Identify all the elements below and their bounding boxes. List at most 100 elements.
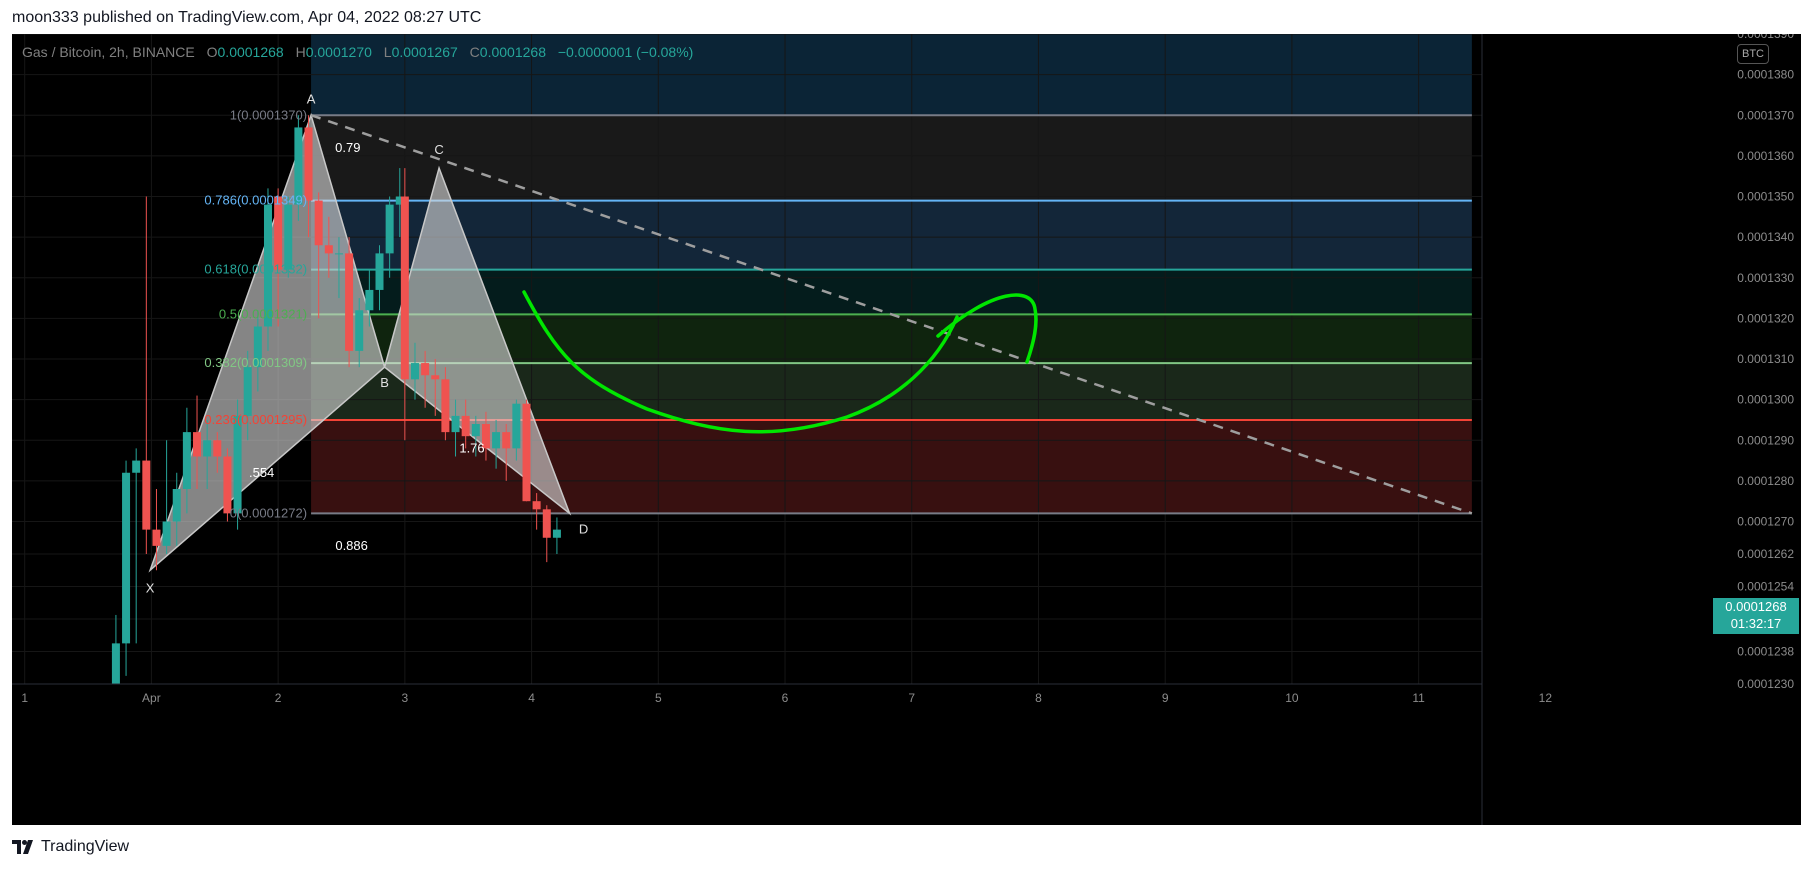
candle-body	[451, 415, 460, 433]
candle-body	[345, 253, 354, 351]
legend-symbol: Gas / Bitcoin, 2h, BINANCE	[22, 44, 195, 60]
candle-body	[314, 200, 323, 246]
legend-high: 0.0001270	[305, 44, 372, 60]
time-tick-label: 11	[1412, 691, 1425, 705]
time-tick-label: 6	[782, 691, 789, 705]
footer-brand[interactable]: TradingView	[12, 838, 129, 856]
price-tick-label: 0.0001320	[1737, 311, 1794, 325]
price-tick-label: 0.0001340	[1737, 230, 1794, 244]
candle-body	[233, 415, 242, 514]
candle-body	[162, 521, 171, 546]
time-tick-label: 7	[908, 691, 915, 705]
time-tick-label: 1	[21, 691, 28, 705]
time-tick-label: 3	[402, 691, 409, 705]
pattern-point-label: D	[579, 521, 588, 536]
candle-body	[375, 253, 384, 290]
price-tick-label: 0.0001254	[1737, 580, 1794, 594]
price-tick-label: 0.0001360	[1737, 149, 1794, 163]
candle-body	[421, 363, 430, 376]
price-tick-label: 0.0001230	[1737, 677, 1794, 691]
candle-body	[461, 415, 470, 437]
candle-body	[284, 204, 293, 270]
candle-body	[522, 403, 531, 502]
candle-body	[334, 253, 343, 255]
time-tick-label: 10	[1285, 691, 1299, 705]
candle-body	[304, 127, 313, 201]
candle-body	[243, 367, 252, 416]
price-tick-label: 0.0001238	[1737, 645, 1794, 659]
price-tick-label: 0.0001390	[1737, 34, 1794, 41]
candle-body	[441, 379, 450, 433]
candle-body	[213, 440, 222, 457]
fib-level-label: 0.786(0.0001349)	[204, 193, 307, 208]
candle-body	[542, 509, 551, 538]
candle-body	[502, 432, 511, 449]
price-tick-label: 0.0001270	[1737, 515, 1794, 529]
legend-low: 0.0001267	[391, 44, 458, 60]
price-tick-label: 0.0001290	[1737, 433, 1794, 447]
fib-level-label: 0.5(0.0001321)	[219, 306, 307, 321]
price-tick-label: 0.0001310	[1737, 352, 1794, 366]
price-tick-label: 0.0001350	[1737, 190, 1794, 204]
price-tick-label: 0.0001330	[1737, 271, 1794, 285]
candle-body	[492, 432, 501, 449]
candle-body	[365, 289, 374, 311]
time-tick-label: 12	[1539, 691, 1553, 705]
time-tick-label: 2	[275, 691, 282, 705]
candle-body	[552, 529, 561, 538]
legend-high-key: H	[295, 44, 306, 60]
time-tick-label: Apr	[142, 691, 161, 705]
last-price-tag: 0.0001268 01:32:17	[1713, 598, 1799, 634]
candle-body	[111, 643, 120, 684]
chart-pane[interactable]: X A B C D 0.79 .554 1.76 0.886 1(0.0001370) 0.786…	[12, 34, 1801, 825]
fib-level-label: 0.618(0.0001332)	[204, 262, 307, 277]
candle-body	[142, 460, 151, 530]
candle-body	[385, 204, 394, 254]
pattern-ratio-label: 0.886	[335, 538, 368, 553]
time-tick-label: 4	[528, 691, 535, 705]
bar-countdown: 01:32:17	[1730, 616, 1782, 631]
price-tick-label: 0.0001300	[1737, 393, 1794, 407]
candle-body	[193, 432, 202, 457]
candle-body	[512, 403, 521, 449]
candle-body	[431, 375, 440, 380]
candle-body	[122, 472, 131, 644]
legend-open: 0.0001268	[217, 44, 284, 60]
pattern-ratio-label: 0.79	[335, 140, 360, 155]
fib-level-label: 1(0.0001370)	[230, 107, 307, 122]
pattern-point-label: X	[146, 580, 155, 595]
price-tick-label: 0.0001280	[1737, 474, 1794, 488]
fib-level-label: 0(0.0001272)	[230, 505, 307, 520]
tradingview-logo-icon	[12, 840, 33, 854]
legend-open-key: O	[206, 44, 218, 60]
price-tick-label: 0.0001370	[1737, 108, 1794, 122]
candle-body	[532, 501, 541, 510]
legend-change: −0.0000001 (−0.08%)	[557, 44, 694, 60]
candle-body	[355, 310, 364, 351]
legend-close: 0.0001268	[479, 44, 546, 60]
legend-low-key: L	[383, 44, 392, 60]
chart-canvas[interactable]: X A B C D 0.79 .554 1.76 0.886 1(0.0001370) 0.786…	[12, 34, 1801, 825]
candle-body	[400, 196, 409, 380]
candle-body	[203, 440, 212, 457]
pattern-point-label: A	[307, 91, 316, 106]
candle-body	[471, 424, 480, 437]
publish-header: moon333 published on TradingView.com, Ap…	[12, 9, 482, 26]
fib-level-label: 0.382(0.0001309)	[204, 355, 307, 370]
pattern-point-label: C	[434, 142, 443, 157]
time-tick-label: 5	[655, 691, 662, 705]
candle-body	[172, 489, 181, 522]
candle-body	[152, 529, 161, 546]
pattern-ratio-label: .554	[249, 465, 274, 480]
candle-body	[410, 363, 419, 380]
pattern-ratio-label: 1.76	[459, 440, 484, 455]
fib-band	[311, 115, 1472, 201]
candle-body	[182, 432, 191, 489]
currency-badge[interactable]: BTC	[1737, 44, 1769, 64]
last-price: 0.0001268	[1725, 599, 1787, 614]
time-tick-label: 9	[1162, 691, 1169, 705]
price-tick-label: 0.0001262	[1737, 547, 1794, 561]
fib-band	[311, 200, 1472, 270]
ohlc-legend: Gas / Bitcoin, 2h, BINANCE O0.0001268 H0…	[22, 44, 693, 60]
candle-body	[324, 245, 333, 254]
